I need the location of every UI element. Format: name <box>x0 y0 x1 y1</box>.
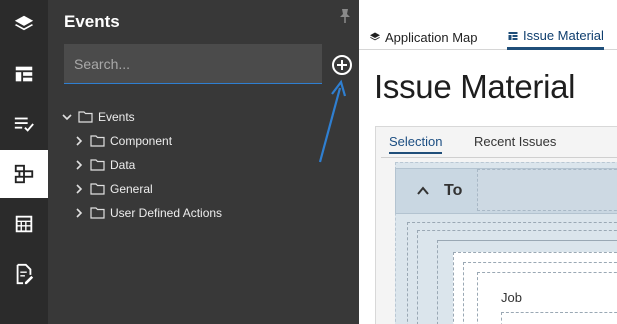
tree-item-label: User Defined Actions <box>110 206 223 220</box>
folder-icon <box>78 111 93 123</box>
layout-icon <box>508 31 518 40</box>
chevron-down-icon <box>62 114 72 121</box>
tree-item-component[interactable]: Component <box>74 132 172 150</box>
events-panel: Events Events Component Data General Use… <box>48 0 359 324</box>
to-section-field-area <box>477 169 617 211</box>
annotation-arrow <box>318 79 347 163</box>
main-content: Application Map Issue Material Issue Mat… <box>359 0 617 324</box>
chevron-right-icon <box>76 208 83 218</box>
rail-events-button[interactable] <box>0 150 48 198</box>
rail-layout-button[interactable] <box>0 50 48 98</box>
page-title: Issue Material <box>374 68 576 105</box>
tree-item-general[interactable]: General <box>74 180 153 198</box>
checklist-icon <box>14 117 34 132</box>
chevron-right-icon <box>76 184 83 194</box>
tab-label: Application Map <box>385 29 478 45</box>
folder-icon <box>90 135 105 147</box>
layout-icon <box>15 66 33 82</box>
tree-item-events[interactable]: Events <box>62 108 135 126</box>
events-icon <box>14 164 34 184</box>
tab-label: Issue Material <box>523 28 604 43</box>
layers-icon <box>370 32 380 41</box>
pin-icon[interactable] <box>338 8 352 24</box>
folder-icon <box>90 183 105 195</box>
subtab-recent-issues[interactable]: Recent Issues <box>474 134 556 152</box>
rail-grid-button[interactable] <box>0 200 48 248</box>
folder-icon <box>90 159 105 171</box>
search-input[interactable] <box>64 44 322 84</box>
rail-edit-doc-button[interactable] <box>0 250 48 298</box>
tree-item-label: Component <box>110 134 173 148</box>
panel-title: Events <box>64 12 120 31</box>
subtab-selection[interactable]: Selection <box>389 134 443 154</box>
chevron-right-icon <box>76 160 83 170</box>
job-field-container <box>501 312 617 324</box>
tab-application-map[interactable]: Application Map <box>369 24 478 50</box>
section-label: To <box>444 182 463 199</box>
tree-item-label: General <box>110 182 153 196</box>
icon-rail <box>0 0 48 324</box>
tab-issue-material[interactable]: Issue Material <box>507 24 604 50</box>
add-event-button[interactable] <box>331 54 353 76</box>
tab-bar: Application Map Issue Material <box>359 20 617 50</box>
edit-document-icon <box>16 263 34 285</box>
tree-item-label: Data <box>110 158 136 172</box>
tree-item-data[interactable]: Data <box>74 156 135 174</box>
layers-icon <box>14 15 34 31</box>
tree-item-user-defined-actions[interactable]: User Defined Actions <box>74 204 222 222</box>
rail-checklist-button[interactable] <box>0 100 48 148</box>
grid-calendar-icon <box>15 215 33 233</box>
folder-icon <box>90 207 105 219</box>
tree-item-label: Events <box>98 110 135 124</box>
job-field-label: Job <box>501 290 522 305</box>
subtab-divider <box>381 157 617 158</box>
rail-layers-button[interactable] <box>0 0 48 48</box>
chevron-up-icon <box>417 186 429 195</box>
chevron-right-icon <box>76 136 83 146</box>
